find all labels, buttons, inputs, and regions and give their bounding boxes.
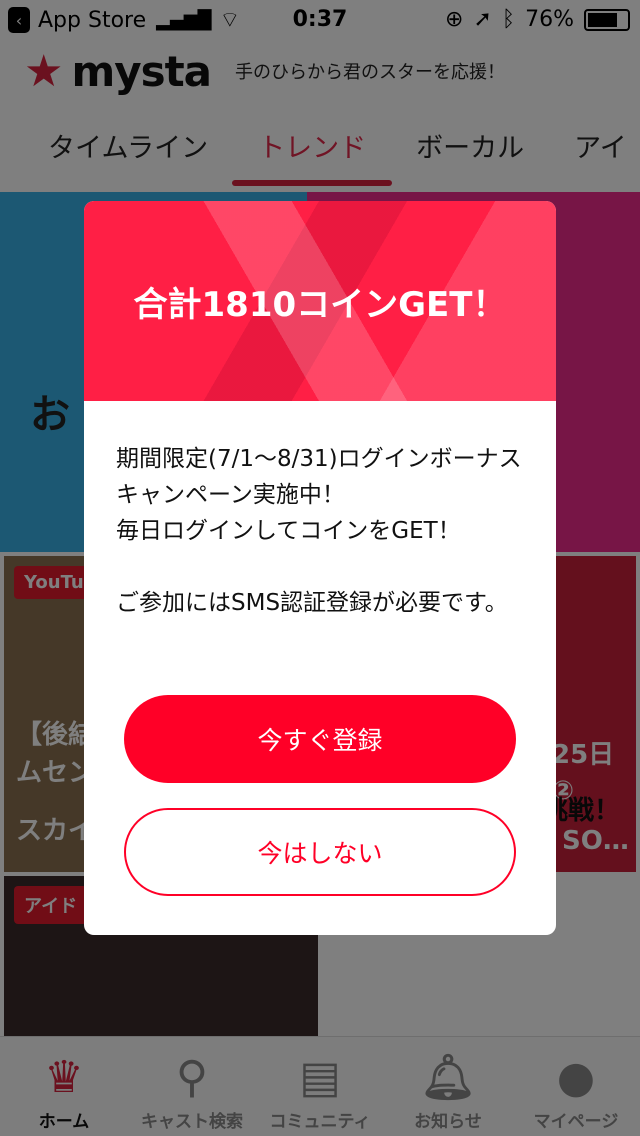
dialog-header: 合計1810コインGET！ [84, 201, 556, 401]
dialog-message: 期間限定(7/1〜8/31)ログインボーナスキャンペーン実施中！ 毎日ログインし… [116, 446, 522, 544]
register-now-button[interactable]: 今すぐ登録 [124, 695, 516, 783]
not-now-button[interactable]: 今はしない [124, 808, 516, 896]
login-bonus-dialog: 合計1810コインGET！ 期間限定(7/1〜8/31)ログインボーナスキャンペ… [84, 201, 556, 935]
dialog-note: ご参加にはSMS認証登録が必要です。 [116, 590, 508, 616]
dialog-title: 合計1810コインGET！ [133, 284, 507, 325]
